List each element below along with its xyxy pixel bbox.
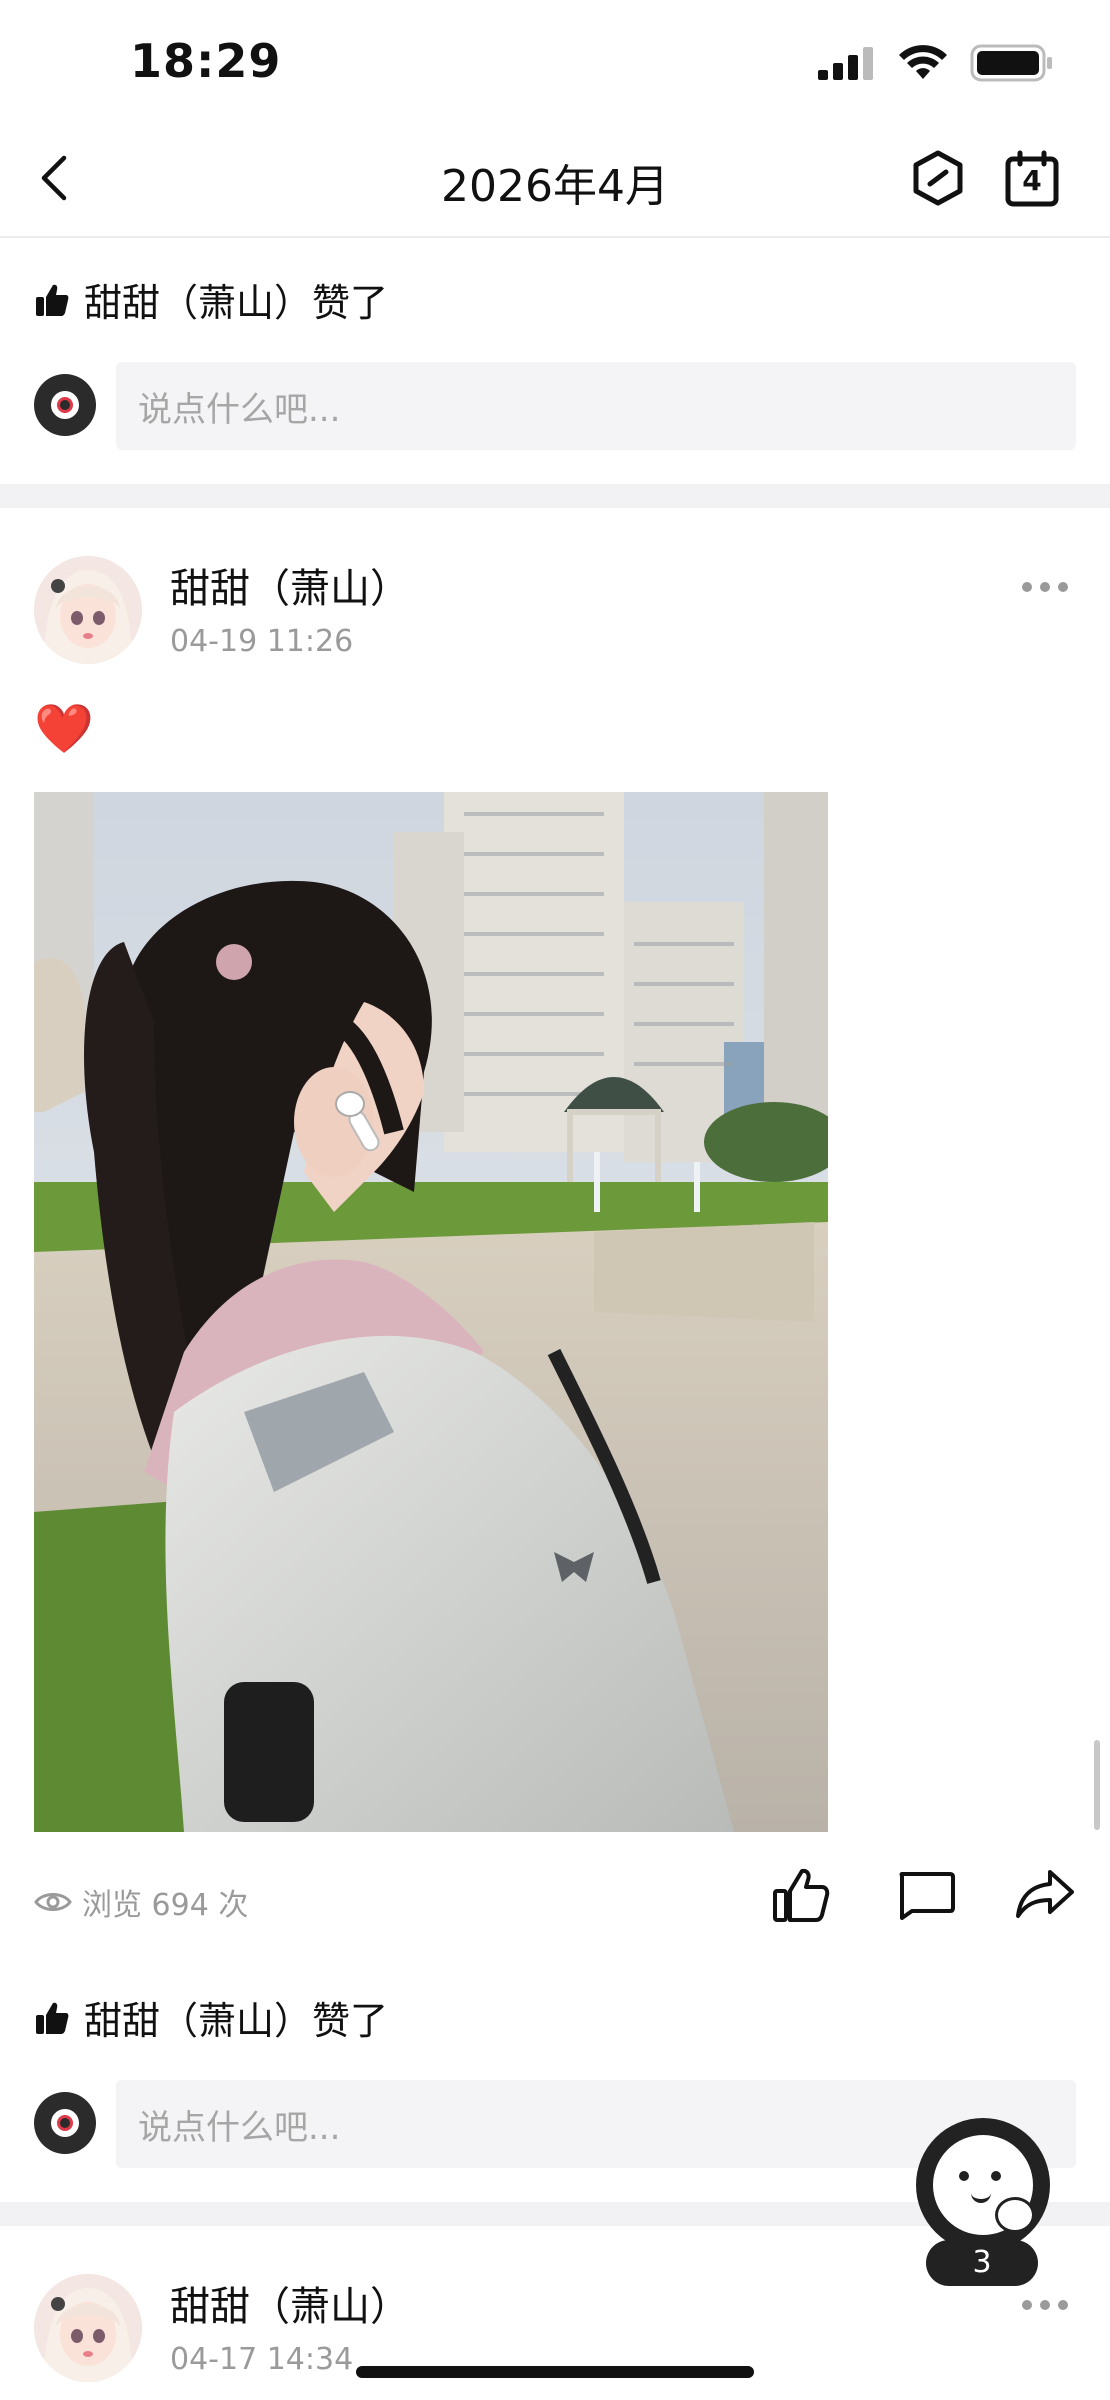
wifi-icon xyxy=(899,45,947,79)
comment-input[interactable]: 说点什么吧... xyxy=(116,362,1076,450)
liked-by-row: 甜甜（萧山）赞了 xyxy=(34,1990,388,2045)
post-timestamp: 04-17 14:34 xyxy=(170,2342,354,2377)
more-dot-icon xyxy=(1040,582,1050,592)
more-dot-icon xyxy=(1022,2300,1032,2310)
signal-icon xyxy=(818,47,873,80)
post-photo-image xyxy=(34,792,828,1832)
more-options-button[interactable] xyxy=(1022,2300,1068,2310)
post-timestamp: 04-19 11:26 xyxy=(170,624,354,659)
more-dot-icon xyxy=(1058,582,1068,592)
author-avatar-image xyxy=(34,556,142,664)
more-options-button[interactable] xyxy=(1022,582,1068,592)
smiley-mascot-icon xyxy=(933,2135,1035,2235)
more-dot-icon xyxy=(1058,2300,1068,2310)
views-counter: 浏览 694 次 xyxy=(34,1880,248,1924)
more-dot-icon xyxy=(1040,2300,1050,2310)
scrollbar[interactable] xyxy=(1094,1740,1100,1830)
header-divider xyxy=(0,236,1110,238)
share-button-icon[interactable] xyxy=(1014,1868,1076,1920)
liked-by-text: 甜甜（萧山）赞了 xyxy=(84,1999,389,2043)
author-name[interactable]: 甜甜（萧山） xyxy=(170,556,410,614)
author-avatar-image xyxy=(34,2274,142,2382)
author-avatar[interactable] xyxy=(34,2274,142,2382)
hexagon-slash-icon[interactable] xyxy=(912,150,964,206)
calendar-button[interactable]: 4 xyxy=(1004,150,1060,208)
thumbs-up-filled-icon xyxy=(36,284,69,316)
my-avatar xyxy=(34,374,96,436)
my-avatar xyxy=(34,2092,96,2154)
status-time: 18:29 xyxy=(130,34,282,88)
calendar-day-number: 4 xyxy=(1022,164,1042,197)
author-avatar[interactable] xyxy=(34,556,142,664)
post-divider xyxy=(0,484,1110,508)
status-icons xyxy=(818,44,1054,82)
post-content-text: ❤️ xyxy=(34,701,94,757)
floating-assistant-button[interactable] xyxy=(916,2118,1050,2252)
eye-icon xyxy=(34,1893,72,1911)
post-photo[interactable] xyxy=(34,792,828,1832)
comment-button-icon[interactable] xyxy=(896,1870,956,1920)
views-text: 浏览 694 次 xyxy=(82,1888,249,1923)
liked-by-row: 甜甜（萧山）赞了 xyxy=(34,272,388,327)
battery-icon xyxy=(970,44,1052,82)
thumbs-up-filled-icon xyxy=(36,2002,69,2034)
liked-by-text: 甜甜（萧山）赞了 xyxy=(84,281,389,325)
author-name[interactable]: 甜甜（萧山） xyxy=(170,2274,410,2332)
like-button-icon[interactable] xyxy=(772,1866,830,1924)
fab-count-badge: 3 xyxy=(926,2240,1038,2286)
more-dot-icon xyxy=(1022,582,1032,592)
home-indicator[interactable] xyxy=(356,2366,754,2378)
